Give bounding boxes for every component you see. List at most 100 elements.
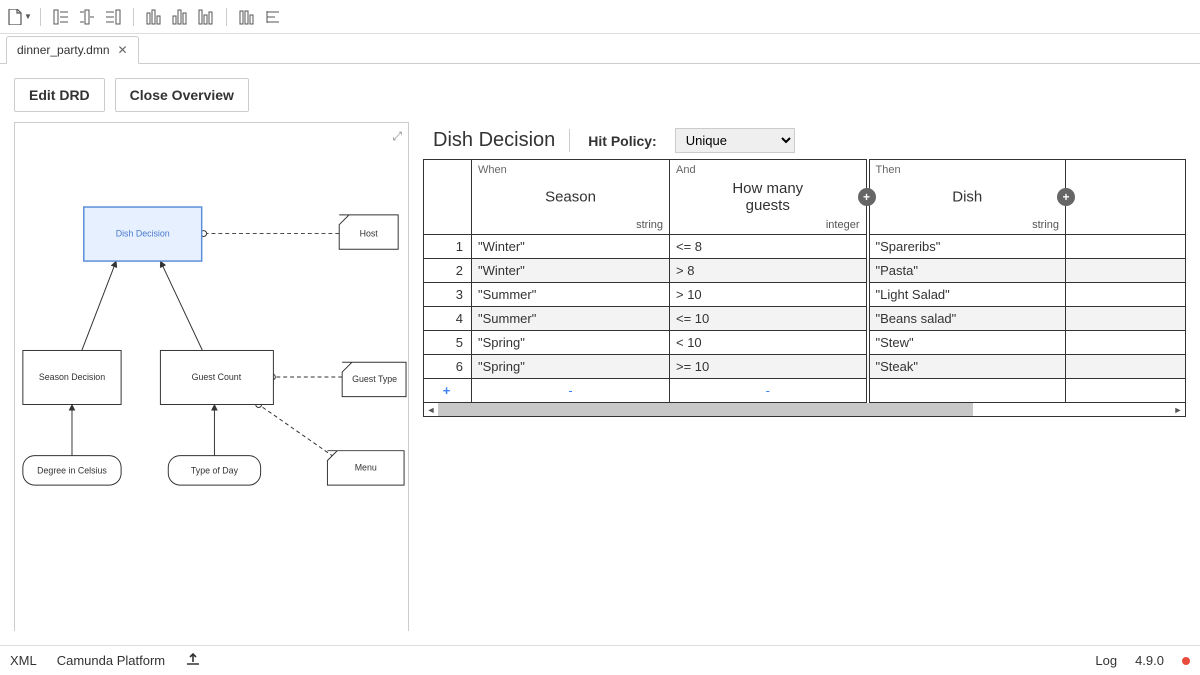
svg-text:Guest Count: Guest Count xyxy=(192,372,242,382)
add-output-column-button[interactable]: + xyxy=(1057,188,1075,206)
separator xyxy=(40,8,41,26)
decision-title[interactable]: Dish Decision xyxy=(433,129,570,152)
svg-text:Host: Host xyxy=(360,229,379,239)
node-menu[interactable]: Menu xyxy=(327,451,404,485)
status-xml[interactable]: XML xyxy=(10,653,37,668)
cell-season[interactable]: "Spring" xyxy=(472,331,670,355)
cell-annotation[interactable] xyxy=(1066,355,1186,379)
column-header-guests[interactable]: And How many guests integer + xyxy=(670,160,868,235)
cell-annotation[interactable] xyxy=(1066,283,1186,307)
tool-decision-a[interactable] xyxy=(49,5,73,29)
node-season-decision[interactable]: Season Decision xyxy=(23,350,121,404)
cell-annotation[interactable] xyxy=(1066,331,1186,355)
cell-guests[interactable]: > 8 xyxy=(670,259,868,283)
edit-drd-button[interactable]: Edit DRD xyxy=(14,78,105,112)
drd-canvas[interactable]: ⤢ Dish Decision xyxy=(14,122,409,631)
tab-label: dinner_party.dmn xyxy=(17,43,110,57)
chevron-down-icon: ▼ xyxy=(24,12,32,21)
node-type-of-day[interactable]: Type of Day xyxy=(168,456,260,485)
status-bar: XML Camunda Platform Log 4.9.0 xyxy=(0,645,1200,675)
cell-guests[interactable]: < 10 xyxy=(670,331,868,355)
status-log[interactable]: Log xyxy=(1095,653,1117,668)
index-header xyxy=(424,160,472,235)
table-row[interactable]: 4"Summer"<= 10"Beans salad" xyxy=(424,307,1186,331)
status-indicator-icon xyxy=(1182,657,1190,665)
cell-season[interactable]: "Winter" xyxy=(472,235,670,259)
cell-season[interactable]: "Winter" xyxy=(472,259,670,283)
table-row[interactable]: 3"Summer"> 10"Light Salad" xyxy=(424,283,1186,307)
separator xyxy=(226,8,227,26)
svg-text:Menu: Menu xyxy=(355,462,377,472)
cell-annotation[interactable] xyxy=(1066,259,1186,283)
add-row-button[interactable]: + xyxy=(424,379,472,403)
cell-guests[interactable]: <= 10 xyxy=(670,307,868,331)
cell-guests[interactable]: > 10 xyxy=(670,283,868,307)
editor-content: Edit DRD Close Overview ⤢ xyxy=(0,64,1200,645)
action-row: Edit DRD Close Overview xyxy=(14,78,1186,112)
svg-text:Season Decision: Season Decision xyxy=(39,372,105,382)
tool-chart-d[interactable] xyxy=(235,5,259,29)
maximize-icon[interactable]: ⤢ xyxy=(392,129,402,144)
add-row[interactable]: +-- xyxy=(424,379,1186,403)
deploy-icon[interactable] xyxy=(185,652,201,669)
table-row[interactable]: 2"Winter"> 8"Pasta" xyxy=(424,259,1186,283)
svg-text:Guest Type: Guest Type xyxy=(352,374,397,384)
node-degree[interactable]: Degree in Celsius xyxy=(23,456,121,485)
close-overview-button[interactable]: Close Overview xyxy=(115,78,249,112)
tab-dinner-party[interactable]: dinner_party.dmn ✕ xyxy=(6,36,139,64)
hit-policy-select[interactable]: Unique xyxy=(675,128,795,153)
row-index: 4 xyxy=(424,307,472,331)
column-header-dish[interactable]: Then Dish string + xyxy=(868,160,1066,235)
cell-dish[interactable]: "Pasta" xyxy=(868,259,1066,283)
cell-dish[interactable]: "Light Salad" xyxy=(868,283,1066,307)
tool-chart-a[interactable] xyxy=(142,5,166,29)
close-icon[interactable]: ✕ xyxy=(118,43,128,57)
cell-dish[interactable]: "Spareribs" xyxy=(868,235,1066,259)
cell-season[interactable]: "Summer" xyxy=(472,283,670,307)
decision-table: When Season string And How many guests i… xyxy=(423,159,1186,403)
tool-align[interactable] xyxy=(261,5,285,29)
node-guest-type[interactable]: Guest Type xyxy=(342,362,406,396)
status-platform[interactable]: Camunda Platform xyxy=(57,653,165,668)
cell-dish[interactable]: "Beans salad" xyxy=(868,307,1066,331)
cell-dish[interactable]: "Steak" xyxy=(868,355,1066,379)
decision-table-header: Dish Decision Hit Policy: Unique xyxy=(423,122,1186,159)
cell-annotation[interactable] xyxy=(1066,307,1186,331)
add-input-column-button[interactable]: + xyxy=(858,188,876,206)
tool-chart-b[interactable] xyxy=(168,5,192,29)
row-index: 1 xyxy=(424,235,472,259)
file-menu-button[interactable]: ▼ xyxy=(8,5,32,29)
row-index: 6 xyxy=(424,355,472,379)
scroll-left-icon[interactable]: ◄ xyxy=(424,405,438,415)
cell-guests[interactable]: >= 10 xyxy=(670,355,868,379)
hit-policy-label: Hit Policy: xyxy=(588,133,656,149)
status-version: 4.9.0 xyxy=(1135,653,1164,668)
cell-guests[interactable]: <= 8 xyxy=(670,235,868,259)
node-dish-decision[interactable]: Dish Decision xyxy=(84,207,202,261)
scroll-right-icon[interactable]: ► xyxy=(1171,405,1185,415)
table-row[interactable]: 1"Winter"<= 8"Spareribs" xyxy=(424,235,1186,259)
row-index: 2 xyxy=(424,259,472,283)
tool-chart-c[interactable] xyxy=(194,5,218,29)
svg-text:Dish Decision: Dish Decision xyxy=(116,229,170,239)
separator xyxy=(133,8,134,26)
column-header-season[interactable]: When Season string xyxy=(472,160,670,235)
table-row[interactable]: 5"Spring"< 10"Stew" xyxy=(424,331,1186,355)
svg-text:Degree in Celsius: Degree in Celsius xyxy=(37,465,107,475)
decision-table-panel: Dish Decision Hit Policy: Unique When Se… xyxy=(423,122,1186,631)
node-guest-count[interactable]: Guest Count xyxy=(160,350,273,404)
svg-text:Type of Day: Type of Day xyxy=(191,465,239,475)
cell-annotation[interactable] xyxy=(1066,235,1186,259)
row-index: 5 xyxy=(424,331,472,355)
tool-decision-b[interactable] xyxy=(75,5,99,29)
annotation-header xyxy=(1066,160,1186,235)
horizontal-scrollbar[interactable]: ◄ ► xyxy=(423,403,1186,417)
row-index: 3 xyxy=(424,283,472,307)
table-row[interactable]: 6"Spring">= 10"Steak" xyxy=(424,355,1186,379)
cell-dish[interactable]: "Stew" xyxy=(868,331,1066,355)
top-toolbar: ▼ xyxy=(0,0,1200,34)
cell-season[interactable]: "Spring" xyxy=(472,355,670,379)
tool-decision-c[interactable] xyxy=(101,5,125,29)
node-host[interactable]: Host xyxy=(339,215,398,249)
cell-season[interactable]: "Summer" xyxy=(472,307,670,331)
